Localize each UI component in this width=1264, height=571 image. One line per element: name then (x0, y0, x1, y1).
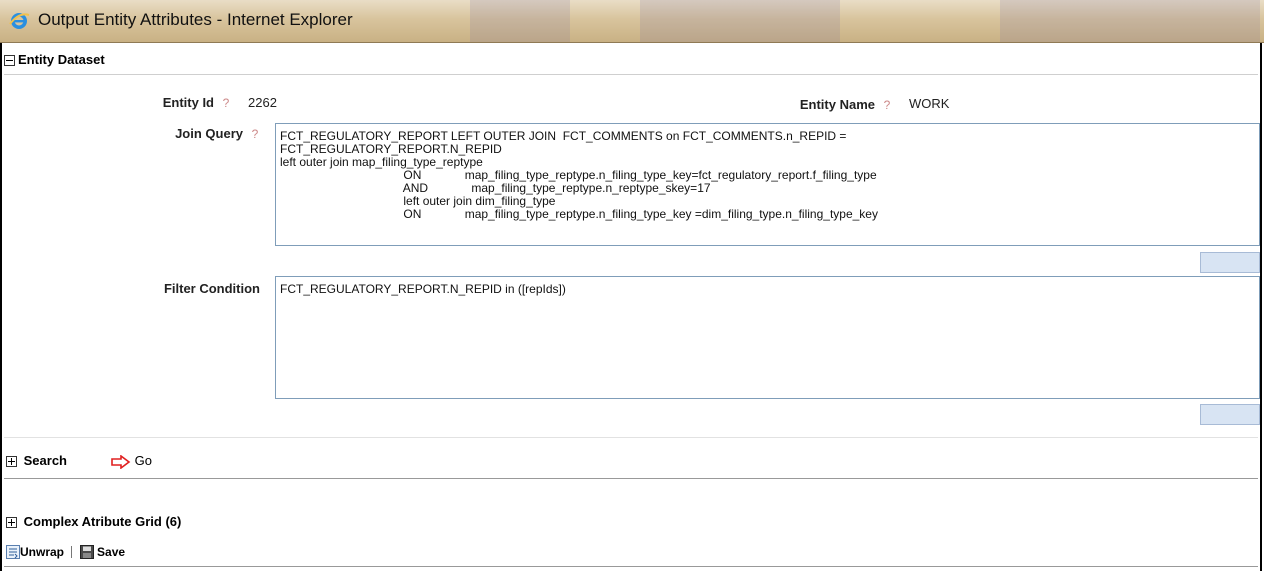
search-toggle[interactable]: Search (6, 451, 67, 471)
background-tab-ghost (1000, 0, 1260, 42)
join-query-label: Join Query? (100, 126, 262, 141)
filter-condition-label: Filter Condition (163, 281, 260, 296)
entity-name-label: Entity Name? (740, 97, 894, 112)
entity-name-label-text: Entity Name (799, 97, 875, 112)
entity-id-label: Entity Id? (100, 95, 233, 110)
help-icon[interactable]: ? (880, 98, 894, 112)
filter-condition-textarea[interactable]: FCT_REGULATORY_REPORT.N_REPID in ([repId… (275, 276, 1260, 399)
entity-id-label-text: Entity Id (162, 95, 214, 110)
toolbar-separator (71, 545, 73, 558)
complex-attribute-grid-header[interactable]: Complex Atribute Grid (6) (6, 512, 181, 532)
join-query-label-text: Join Query (175, 126, 243, 141)
search-label: Search (23, 453, 67, 468)
entity-id-value: 2262 (248, 95, 277, 110)
entity-dataset-title: Entity Dataset (18, 52, 105, 67)
divider (4, 478, 1258, 479)
expand-filter-condition-button[interactable] (1200, 404, 1260, 425)
expand-icon[interactable] (6, 456, 17, 468)
window-title-bar: Output Entity Attributes - Internet Expl… (0, 0, 1264, 43)
divider (4, 566, 1258, 567)
internet-explorer-icon (9, 13, 30, 29)
background-tab-ghost (470, 0, 570, 42)
go-button[interactable]: Go (111, 451, 152, 471)
grid-title: Complex Atribute Grid (23, 514, 162, 529)
collapse-icon[interactable] (4, 55, 15, 67)
help-icon[interactable]: ? (248, 127, 262, 141)
go-arrow-icon (111, 453, 131, 470)
background-tab-ghost (640, 0, 840, 42)
go-label: Go (134, 453, 152, 468)
save-icon (79, 545, 94, 560)
window-title: Output Entity Attributes - Internet Expl… (38, 10, 353, 29)
entity-dataset-header[interactable]: Entity Dataset (4, 49, 105, 71)
grid-toolbar: Unwrap Save (6, 542, 125, 560)
save-button[interactable]: Save (76, 544, 126, 560)
divider (4, 437, 1258, 438)
entity-name-value: WORK (909, 96, 950, 111)
expand-icon[interactable] (6, 517, 17, 529)
unwrap-button[interactable]: Unwrap (6, 544, 67, 560)
help-icon[interactable]: ? (219, 96, 233, 110)
grid-count: (6) (165, 514, 182, 529)
save-label: Save (97, 545, 126, 560)
join-query-textarea[interactable]: FCT_REGULATORY_REPORT LEFT OUTER JOIN FC… (275, 123, 1260, 246)
expand-join-query-button[interactable] (1200, 252, 1260, 273)
unwrap-icon (6, 545, 20, 560)
divider (4, 74, 1258, 75)
unwrap-label: Unwrap (20, 545, 65, 560)
